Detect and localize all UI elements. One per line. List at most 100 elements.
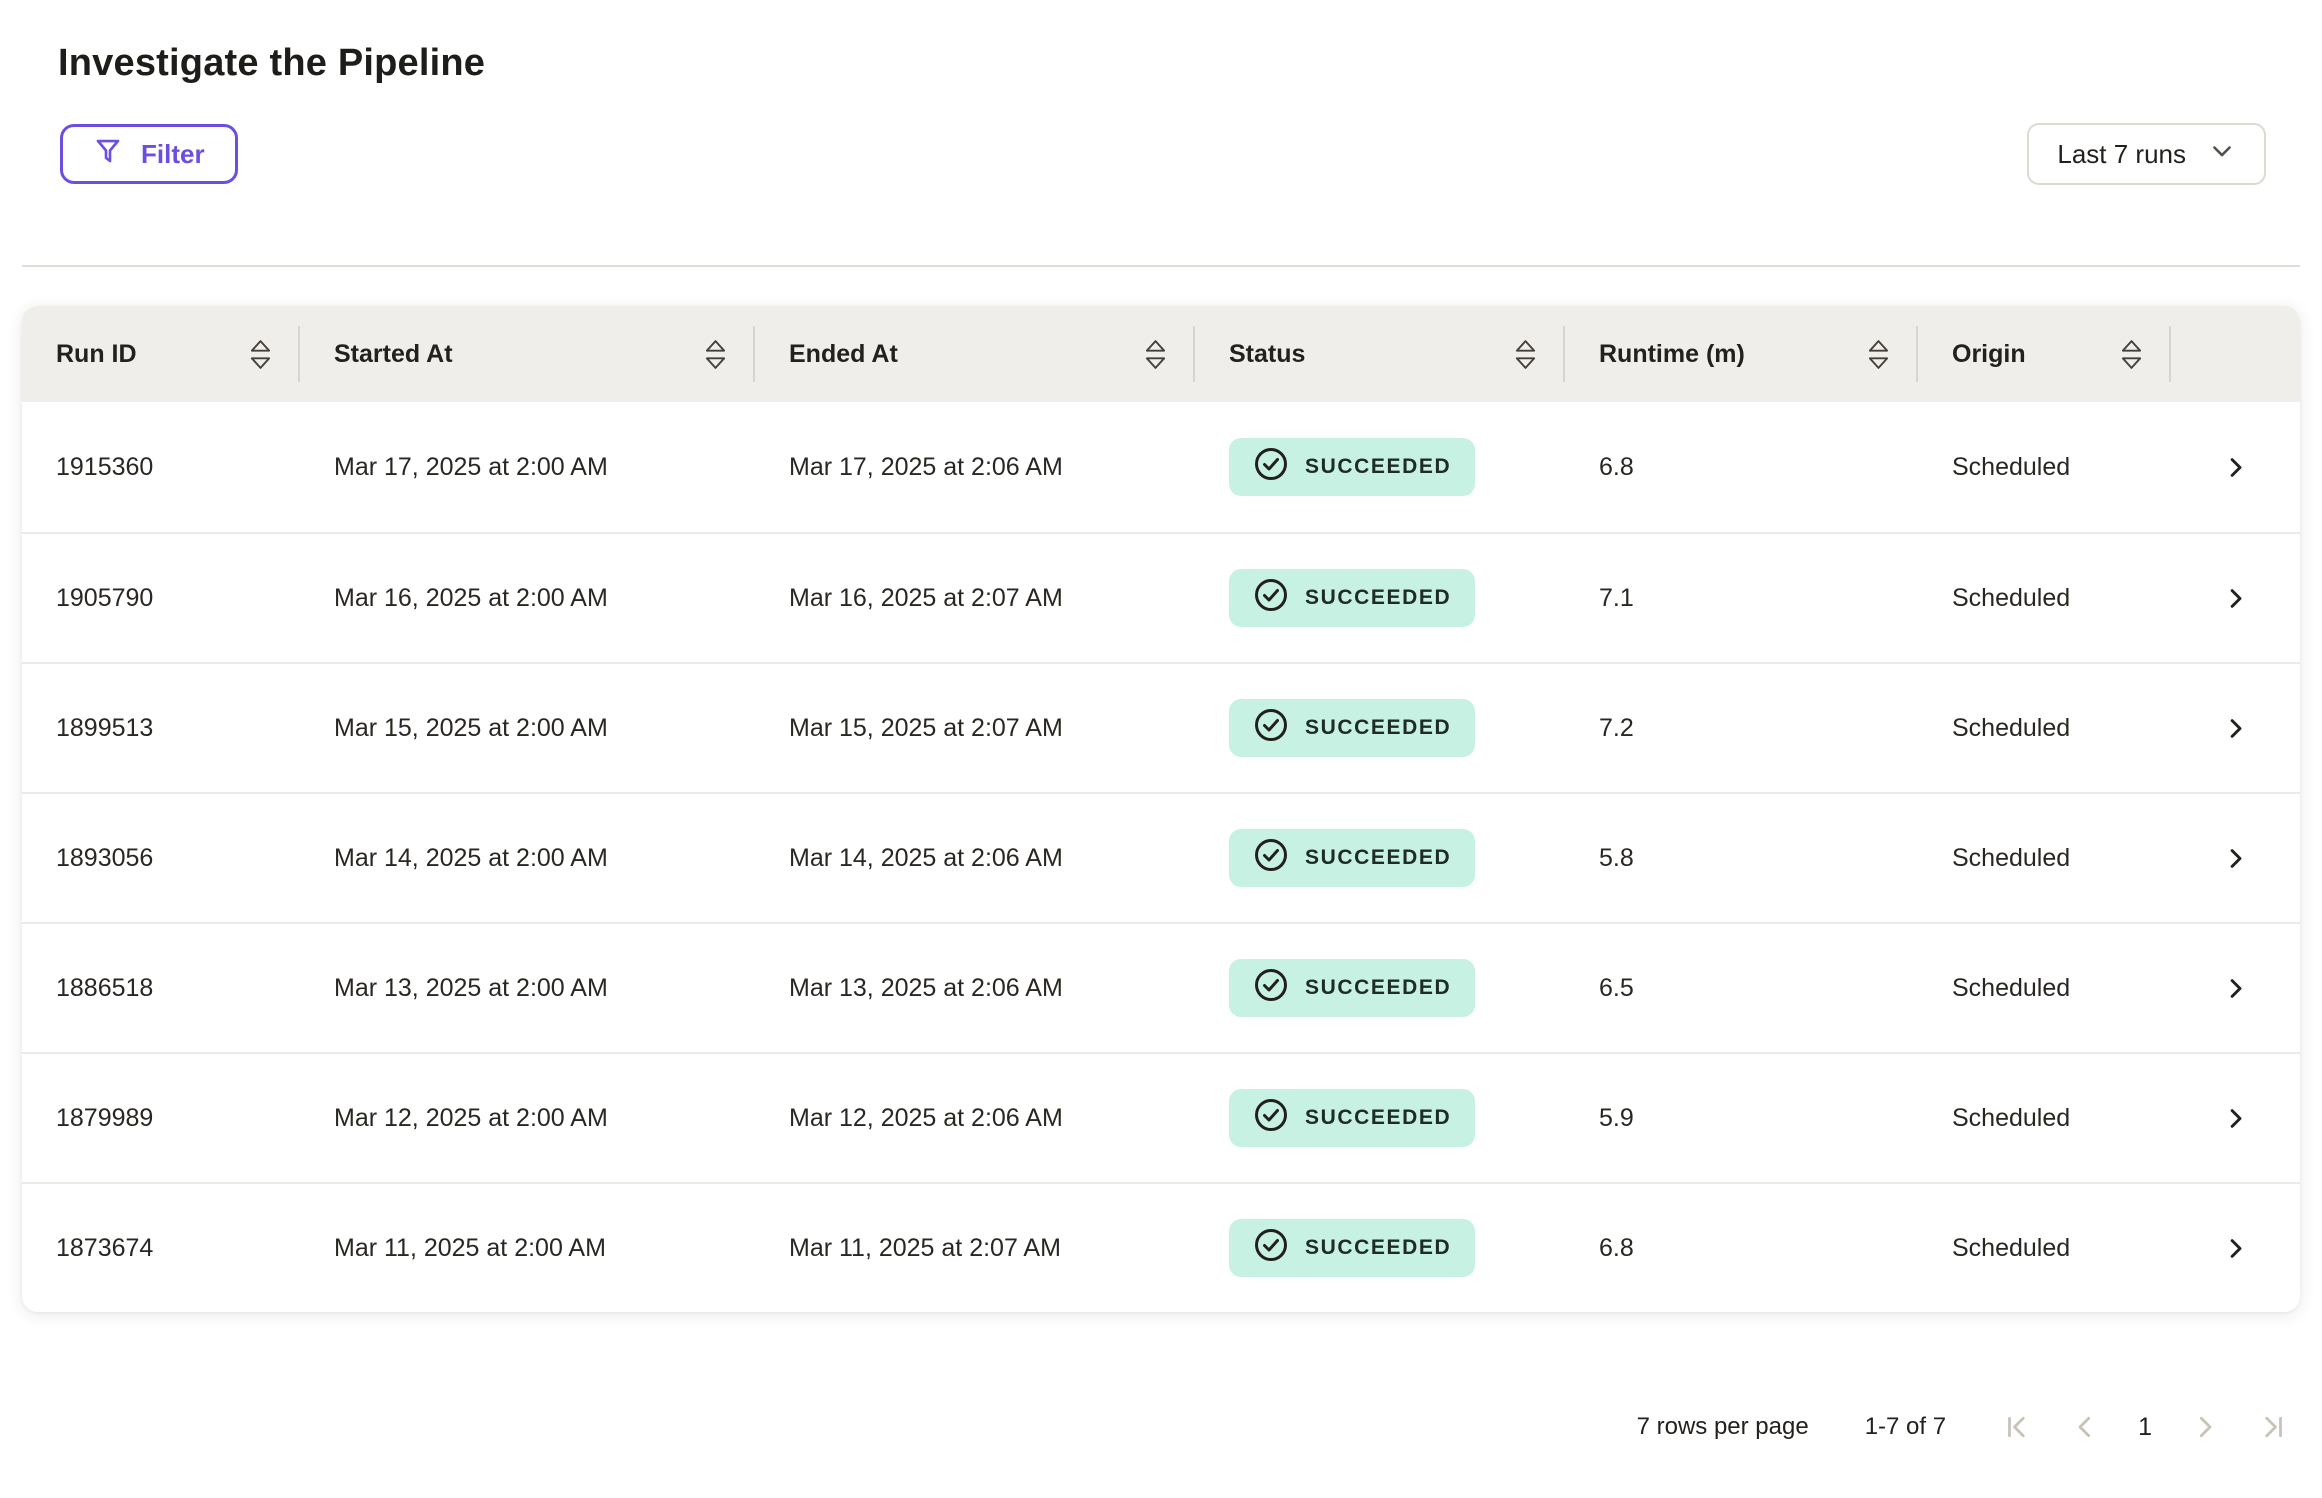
status-badge: SUCCEEDED: [1229, 829, 1475, 887]
chevron-right-icon[interactable]: [2222, 715, 2249, 742]
chevron-right-icon[interactable]: [2222, 585, 2249, 612]
check-circle-icon: [1253, 577, 1289, 619]
column-header-actions: [2171, 306, 2300, 402]
sort-icon[interactable]: [1514, 338, 1537, 371]
status-badge: SUCCEEDED: [1229, 569, 1475, 627]
row-range-label: 1-7 of 7: [1865, 1413, 1946, 1441]
status-cell: SUCCEEDED: [1195, 829, 1565, 887]
row-detail-cell: [2171, 715, 2300, 742]
check-circle-icon: [1253, 1227, 1289, 1269]
status-badge: SUCCEEDED: [1229, 1219, 1475, 1277]
started-at-cell: Mar 12, 2025 at 2:00 AM: [300, 1104, 755, 1133]
last-page-button[interactable]: [2258, 1412, 2288, 1442]
chevron-right-icon[interactable]: [2222, 975, 2249, 1002]
section-divider: [22, 265, 2300, 267]
row-detail-cell: [2171, 454, 2300, 481]
origin-cell: Scheduled: [1918, 974, 2171, 1003]
started-at-cell: Mar 15, 2025 at 2:00 AM: [300, 714, 755, 743]
check-circle-icon: [1253, 707, 1289, 749]
status-badge: SUCCEEDED: [1229, 699, 1475, 757]
page-title: Investigate the Pipeline: [58, 42, 2300, 85]
pipeline-runs-page: Investigate the Pipeline Filter Last 7 r…: [0, 0, 2322, 1442]
origin-cell: Scheduled: [1918, 584, 2171, 613]
range-selector-dropdown[interactable]: Last 7 runs: [2027, 123, 2266, 185]
table-row[interactable]: 1905790 Mar 16, 2025 at 2:00 AM Mar 16, …: [22, 532, 2300, 662]
column-header-ended-at[interactable]: Ended At: [755, 306, 1195, 402]
chevron-right-icon[interactable]: [2222, 1235, 2249, 1262]
next-page-button[interactable]: [2190, 1412, 2220, 1442]
table-row[interactable]: 1879989 Mar 12, 2025 at 2:00 AM Mar 12, …: [22, 1052, 2300, 1182]
table-row[interactable]: 1893056 Mar 14, 2025 at 2:00 AM Mar 14, …: [22, 792, 2300, 922]
status-badge-label: SUCCEEDED: [1305, 586, 1451, 610]
row-detail-cell: [2171, 975, 2300, 1002]
pagination: 1: [2002, 1412, 2288, 1442]
sort-icon[interactable]: [249, 338, 272, 371]
run-id-cell: 1905790: [22, 584, 300, 613]
status-badge: SUCCEEDED: [1229, 438, 1475, 496]
runtime-cell: 6.8: [1565, 453, 1918, 482]
status-badge-label: SUCCEEDED: [1305, 716, 1451, 740]
status-badge: SUCCEEDED: [1229, 1089, 1475, 1147]
origin-cell: Scheduled: [1918, 1104, 2171, 1133]
chevron-right-icon[interactable]: [2222, 454, 2249, 481]
origin-cell: Scheduled: [1918, 453, 2171, 482]
origin-cell: Scheduled: [1918, 844, 2171, 873]
chevron-right-icon[interactable]: [2222, 1105, 2249, 1132]
column-header-run-id[interactable]: Run ID: [22, 306, 300, 402]
ended-at-cell: Mar 14, 2025 at 2:06 AM: [755, 844, 1195, 873]
chevron-down-icon: [2208, 137, 2236, 172]
run-id-cell: 1915360: [22, 453, 300, 482]
check-circle-icon: [1253, 967, 1289, 1009]
sort-icon[interactable]: [1144, 338, 1167, 371]
column-header-runtime[interactable]: Runtime (m): [1565, 306, 1918, 402]
row-detail-cell: [2171, 585, 2300, 612]
sort-icon[interactable]: [704, 338, 727, 371]
check-circle-icon: [1253, 837, 1289, 879]
status-badge-label: SUCCEEDED: [1305, 976, 1451, 1000]
check-circle-icon: [1253, 446, 1289, 488]
status-cell: SUCCEEDED: [1195, 569, 1565, 627]
filter-button-label: Filter: [141, 139, 205, 170]
status-badge-label: SUCCEEDED: [1305, 1106, 1451, 1130]
runtime-cell: 7.1: [1565, 584, 1918, 613]
column-header-label: Status: [1229, 340, 1305, 369]
table-row[interactable]: 1915360 Mar 17, 2025 at 2:00 AM Mar 17, …: [22, 402, 2300, 532]
runtime-cell: 6.5: [1565, 974, 1918, 1003]
column-header-label: Ended At: [789, 340, 898, 369]
column-header-started-at[interactable]: Started At: [300, 306, 755, 402]
sort-icon[interactable]: [1867, 338, 1890, 371]
column-header-origin[interactable]: Origin: [1918, 306, 2171, 402]
filter-button[interactable]: Filter: [60, 124, 238, 184]
started-at-cell: Mar 14, 2025 at 2:00 AM: [300, 844, 755, 873]
run-id-cell: 1893056: [22, 844, 300, 873]
status-cell: SUCCEEDED: [1195, 1219, 1565, 1277]
sort-icon[interactable]: [2120, 338, 2143, 371]
runtime-cell: 5.8: [1565, 844, 1918, 873]
table-footer: 7 rows per page 1-7 of 7 1: [22, 1412, 2300, 1442]
check-circle-icon: [1253, 1097, 1289, 1139]
rows-per-page-label: 7 rows per page: [1637, 1413, 1809, 1441]
run-id-cell: 1873674: [22, 1234, 300, 1263]
table-header-row: Run ID Started At Ended At Status: [22, 306, 2300, 402]
run-id-cell: 1899513: [22, 714, 300, 743]
column-header-status[interactable]: Status: [1195, 306, 1565, 402]
row-detail-cell: [2171, 845, 2300, 872]
current-page-number[interactable]: 1: [2138, 1413, 2152, 1442]
started-at-cell: Mar 13, 2025 at 2:00 AM: [300, 974, 755, 1003]
run-id-cell: 1879989: [22, 1104, 300, 1133]
ended-at-cell: Mar 13, 2025 at 2:06 AM: [755, 974, 1195, 1003]
first-page-button[interactable]: [2002, 1412, 2032, 1442]
column-header-label: Run ID: [56, 340, 137, 369]
table-row[interactable]: 1899513 Mar 15, 2025 at 2:00 AM Mar 15, …: [22, 662, 2300, 792]
ended-at-cell: Mar 16, 2025 at 2:07 AM: [755, 584, 1195, 613]
ended-at-cell: Mar 12, 2025 at 2:06 AM: [755, 1104, 1195, 1133]
chevron-right-icon[interactable]: [2222, 845, 2249, 872]
column-header-label: Runtime (m): [1599, 340, 1745, 369]
run-id-cell: 1886518: [22, 974, 300, 1003]
previous-page-button[interactable]: [2070, 1412, 2100, 1442]
runtime-cell: 6.8: [1565, 1234, 1918, 1263]
table-row[interactable]: 1873674 Mar 11, 2025 at 2:00 AM Mar 11, …: [22, 1182, 2300, 1312]
ended-at-cell: Mar 17, 2025 at 2:06 AM: [755, 453, 1195, 482]
table-row[interactable]: 1886518 Mar 13, 2025 at 2:00 AM Mar 13, …: [22, 922, 2300, 1052]
started-at-cell: Mar 16, 2025 at 2:00 AM: [300, 584, 755, 613]
